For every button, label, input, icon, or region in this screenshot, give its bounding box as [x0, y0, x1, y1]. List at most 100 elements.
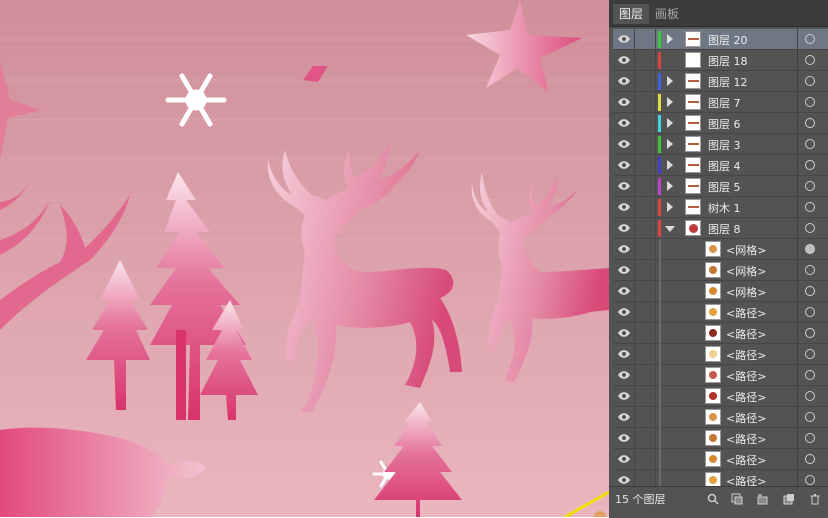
expand-arrow-icon[interactable] — [667, 139, 673, 149]
target-circle-icon[interactable] — [805, 433, 815, 443]
lock-toggle[interactable] — [634, 302, 656, 322]
lock-toggle[interactable] — [634, 176, 656, 196]
target-circle-icon[interactable] — [805, 160, 815, 170]
layer-row[interactable]: 图层 4 — [613, 155, 828, 176]
target-circle-icon[interactable] — [805, 391, 815, 401]
sublayer-row[interactable]: <路径> — [613, 365, 828, 386]
visibility-eye-icon[interactable] — [617, 201, 631, 213]
layer-row[interactable]: 树木 1 — [613, 197, 828, 218]
visibility-eye-icon[interactable] — [617, 75, 631, 87]
lock-toggle[interactable] — [634, 197, 656, 217]
target-circle-icon[interactable] — [805, 475, 815, 485]
visibility-eye-icon[interactable] — [617, 348, 631, 360]
lock-toggle[interactable] — [634, 281, 656, 301]
target-circle-icon[interactable] — [805, 244, 815, 254]
artboard-canvas[interactable] — [0, 0, 609, 517]
lock-toggle[interactable] — [634, 323, 656, 343]
layer-row[interactable]: 图层 18 — [613, 50, 828, 71]
lock-toggle[interactable] — [634, 239, 656, 259]
lock-toggle[interactable] — [634, 428, 656, 448]
sublayer-row[interactable]: <网格> — [613, 260, 828, 281]
sublayer-row[interactable]: <路径> — [613, 302, 828, 323]
visibility-eye-icon[interactable] — [617, 138, 631, 150]
tab-layers[interactable]: 图层 — [613, 4, 650, 24]
visibility-eye-icon[interactable] — [617, 474, 631, 486]
lock-toggle[interactable] — [634, 218, 656, 238]
visibility-eye-icon[interactable] — [617, 243, 631, 255]
sublayer-row[interactable]: <网格> — [613, 281, 828, 302]
target-circle-icon[interactable] — [805, 55, 815, 65]
expand-arrow-icon[interactable] — [667, 97, 673, 107]
tab-artboards[interactable]: 画板 — [649, 4, 685, 24]
target-circle-icon[interactable] — [805, 286, 815, 296]
target-circle-icon[interactable] — [805, 328, 815, 338]
visibility-eye-icon[interactable] — [617, 327, 631, 339]
visibility-eye-icon[interactable] — [617, 390, 631, 402]
collapse-arrow-icon[interactable] — [665, 226, 675, 232]
visibility-eye-icon[interactable] — [617, 180, 631, 192]
new-layer-icon[interactable] — [783, 493, 795, 505]
trash-icon[interactable] — [809, 493, 821, 505]
sublayer-row[interactable]: <网格> — [613, 239, 828, 260]
target-circle-icon[interactable] — [805, 34, 815, 44]
visibility-eye-icon[interactable] — [617, 453, 631, 465]
target-circle-icon[interactable] — [805, 370, 815, 380]
target-circle-icon[interactable] — [805, 307, 815, 317]
lock-toggle[interactable] — [634, 29, 656, 49]
sublayer-row[interactable]: <路径> — [613, 344, 828, 365]
layer-row[interactable]: 图层 5 — [613, 176, 828, 197]
lock-toggle[interactable] — [634, 365, 656, 385]
new-sublayer-icon[interactable] — [757, 493, 769, 505]
visibility-eye-icon[interactable] — [617, 411, 631, 423]
expand-arrow-icon[interactable] — [667, 76, 673, 86]
target-circle-icon[interactable] — [805, 139, 815, 149]
search-icon[interactable] — [707, 493, 719, 505]
visibility-eye-icon[interactable] — [617, 33, 631, 45]
make-clipping-mask-icon[interactable] — [731, 493, 743, 505]
target-circle-icon[interactable] — [805, 349, 815, 359]
expand-arrow-icon[interactable] — [667, 160, 673, 170]
expand-arrow-icon[interactable] — [667, 202, 673, 212]
target-circle-icon[interactable] — [805, 202, 815, 212]
visibility-eye-icon[interactable] — [617, 306, 631, 318]
sublayer-row[interactable]: <路径> — [613, 407, 828, 428]
layer-row[interactable]: 图层 12 — [613, 71, 828, 92]
layer-row[interactable]: 图层 7 — [613, 92, 828, 113]
lock-toggle[interactable] — [634, 50, 656, 70]
lock-toggle[interactable] — [634, 92, 656, 112]
lock-toggle[interactable] — [634, 260, 656, 280]
layer-row[interactable]: 图层 6 — [613, 113, 828, 134]
visibility-eye-icon[interactable] — [617, 96, 631, 108]
sublayer-row[interactable]: <路径> — [613, 323, 828, 344]
target-circle-icon[interactable] — [805, 223, 815, 233]
layer-row[interactable]: 图层 8 — [613, 218, 828, 239]
visibility-eye-icon[interactable] — [617, 264, 631, 276]
lock-toggle[interactable] — [634, 344, 656, 364]
expand-arrow-icon[interactable] — [667, 181, 673, 191]
layer-row[interactable]: 图层 3 — [613, 134, 828, 155]
lock-toggle[interactable] — [634, 155, 656, 175]
target-circle-icon[interactable] — [805, 97, 815, 107]
sublayer-row[interactable]: <路径> — [613, 449, 828, 470]
expand-arrow-icon[interactable] — [667, 34, 673, 44]
visibility-eye-icon[interactable] — [617, 432, 631, 444]
layer-row[interactable]: 图层 20 — [613, 29, 828, 50]
sublayer-row[interactable]: <路径> — [613, 386, 828, 407]
visibility-eye-icon[interactable] — [617, 117, 631, 129]
visibility-eye-icon[interactable] — [617, 369, 631, 381]
lock-toggle[interactable] — [634, 386, 656, 406]
lock-toggle[interactable] — [634, 449, 656, 469]
sublayer-row[interactable]: <路径> — [613, 428, 828, 449]
lock-toggle[interactable] — [634, 71, 656, 91]
target-circle-icon[interactable] — [805, 76, 815, 86]
target-circle-icon[interactable] — [805, 118, 815, 128]
visibility-eye-icon[interactable] — [617, 285, 631, 297]
visibility-eye-icon[interactable] — [617, 54, 631, 66]
lock-toggle[interactable] — [634, 134, 656, 154]
target-circle-icon[interactable] — [805, 412, 815, 422]
visibility-eye-icon[interactable] — [617, 222, 631, 234]
expand-arrow-icon[interactable] — [667, 118, 673, 128]
target-circle-icon[interactable] — [805, 181, 815, 191]
target-circle-icon[interactable] — [805, 454, 815, 464]
target-circle-icon[interactable] — [805, 265, 815, 275]
